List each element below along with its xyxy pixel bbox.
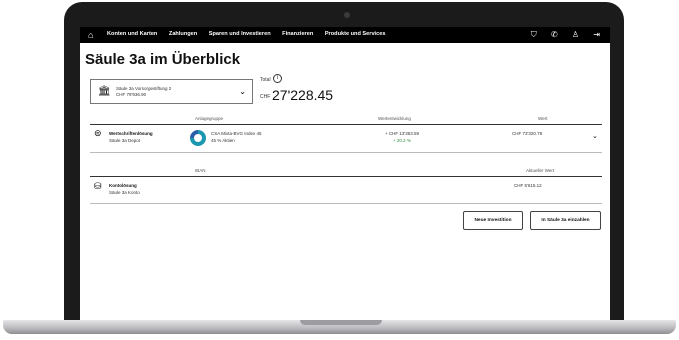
phone-icon[interactable]: ✆ xyxy=(551,30,558,39)
shield-icon[interactable]: ⛉ xyxy=(531,30,537,39)
camera-dot xyxy=(344,12,350,18)
user-icon[interactable]: ♙ xyxy=(572,30,579,39)
nav-item-konten[interactable]: Konten und Karten xyxy=(107,31,157,37)
header-iban: IBAN xyxy=(195,168,206,173)
piggy-bank-icon: ⛁ xyxy=(94,181,102,191)
fund-share: 45 % Aktien xyxy=(211,138,235,143)
table-divider xyxy=(90,176,602,177)
total-currency: CHF xyxy=(260,94,271,100)
allocation-donut-icon xyxy=(190,130,206,146)
change-absolute: + CHF 13'353.59 xyxy=(385,131,420,136)
account-select[interactable]: 🏛 Säule 3a Vorsorgestiftung 2 CHF 79'936… xyxy=(90,79,253,104)
home-icon[interactable]: ⌂ xyxy=(88,30,93,40)
chevron-down-icon[interactable]: ⌄ xyxy=(592,132,598,140)
row-value: CHF 73'320.78 xyxy=(512,131,543,136)
account-name: Säule 3a Vorsorgestiftung 2 xyxy=(116,86,172,91)
nav-icons: ⛉ ✆ ♙ ⇥ xyxy=(519,30,600,40)
nav-item-produkte[interactable]: Produkte und Services xyxy=(325,31,386,37)
header-wert: Wert xyxy=(538,116,548,121)
bank-icon: 🏛 xyxy=(98,86,111,97)
deposit-button[interactable]: In Säule 3a einzahlen xyxy=(530,211,601,230)
row-name: Wertschriftenlösung xyxy=(109,131,153,136)
total-label: Total xyxy=(260,77,271,83)
main-menu: Konten und Karten Zahlungen Sparen und I… xyxy=(107,31,395,37)
row-divider xyxy=(90,152,602,153)
fund-name: CSA Mixta-BVG Index 45 xyxy=(211,131,262,136)
chevron-down-icon: ⌄ xyxy=(239,87,246,96)
nav-item-sparen[interactable]: Sparen und Investieren xyxy=(209,31,271,37)
nav-item-finanzieren[interactable]: Finanzieren xyxy=(282,31,313,37)
top-navigation: ⌂ Konten und Karten Zahlungen Sparen und… xyxy=(80,27,610,43)
table-divider xyxy=(90,124,602,125)
header-anlagegruppe: Anlagegruppe xyxy=(195,116,224,121)
row-subtitle: Säule 3a Konto xyxy=(109,190,140,195)
row-name: Kontolösung xyxy=(109,183,137,188)
logout-icon[interactable]: ⇥ xyxy=(593,30,600,39)
change-percent: + 20.2 % xyxy=(393,138,411,143)
screen: ⌂ Konten und Karten Zahlungen Sparen und… xyxy=(80,27,610,324)
page-title: Säule 3a im Überblick xyxy=(85,51,241,68)
row-value: CHF 5'615.12 xyxy=(514,183,542,188)
row-divider xyxy=(90,203,602,204)
portfolio-icon: ⊜ xyxy=(94,128,102,138)
laptop-notch xyxy=(300,320,382,325)
header-aktueller-wert: Aktueller Wert xyxy=(526,168,555,173)
header-wertentwicklung: Wertentwicklung xyxy=(378,116,411,121)
new-investment-button[interactable]: Neue Investition xyxy=(463,211,523,230)
info-icon[interactable]: i xyxy=(273,74,282,83)
total-value: 27'228.45 xyxy=(272,87,334,103)
account-balance: CHF 79'936.90 xyxy=(116,92,147,97)
nav-item-zahlungen[interactable]: Zahlungen xyxy=(169,31,197,37)
row-subtitle: Säule 3a Depot xyxy=(109,138,141,143)
